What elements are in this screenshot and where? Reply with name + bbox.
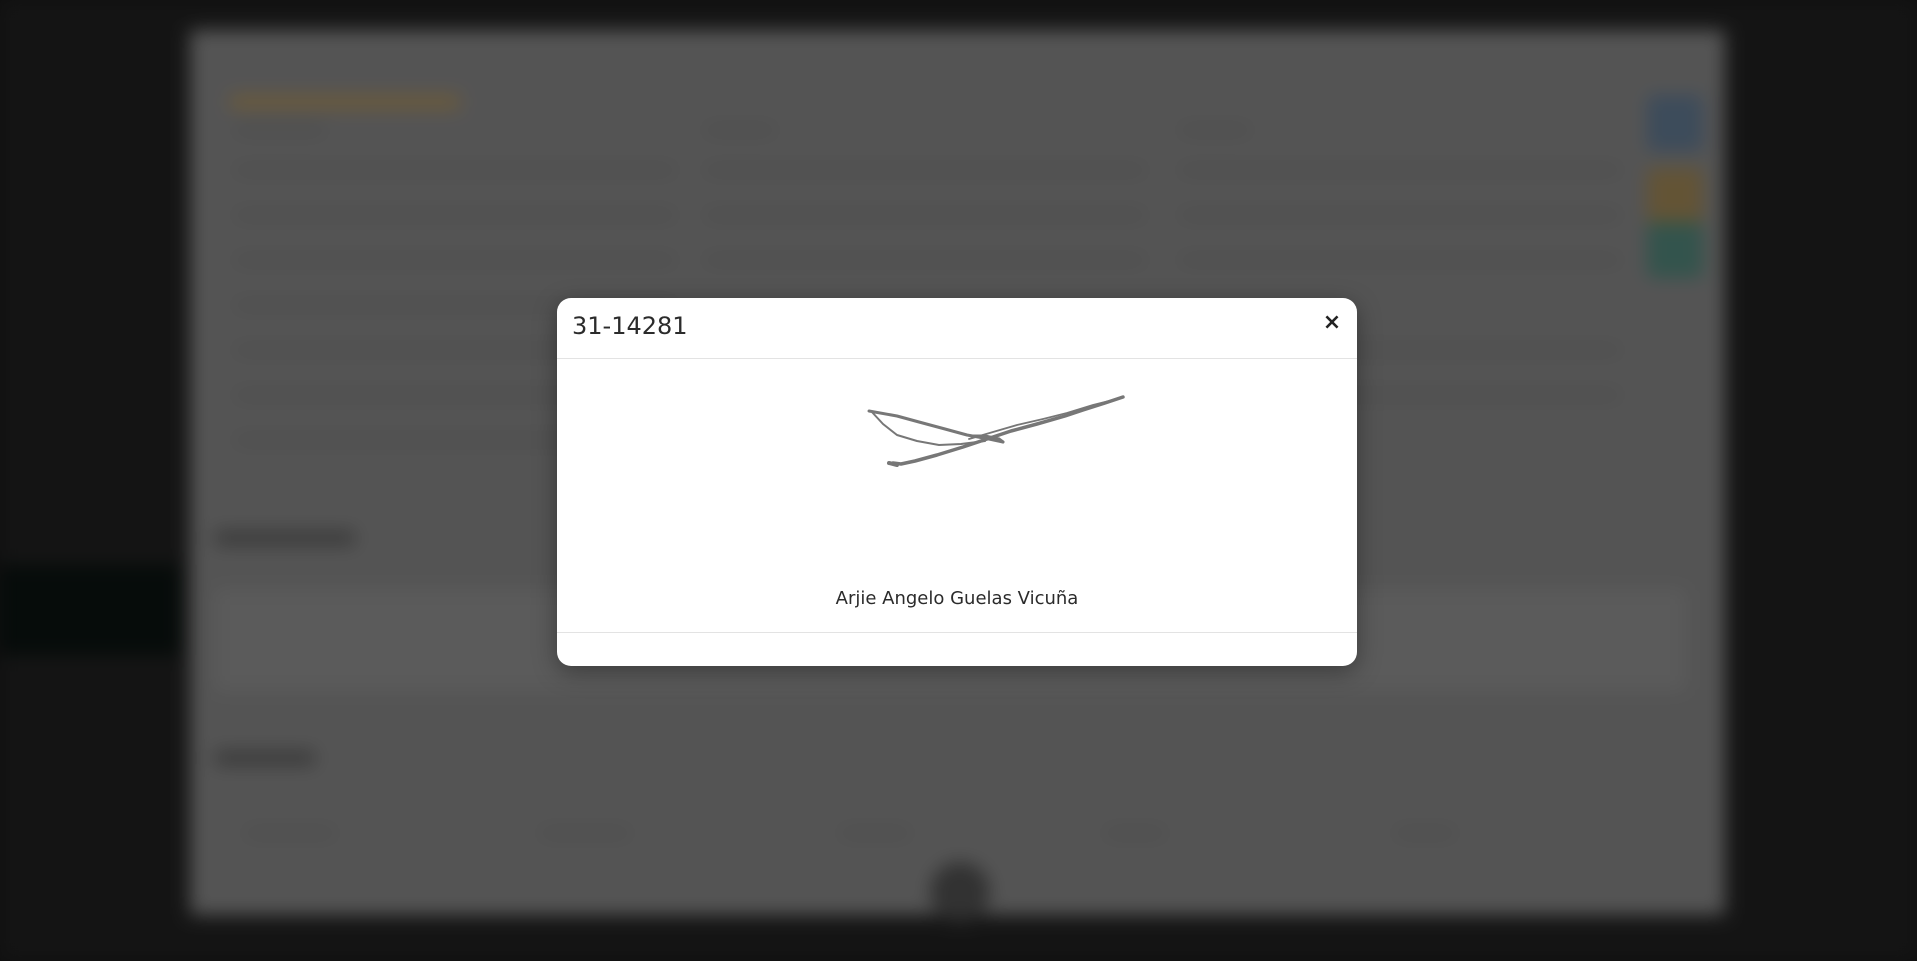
modal-footer	[557, 633, 1357, 665]
modal-title: 31-14281	[572, 312, 688, 340]
modal-header: 31-14281 ×	[557, 298, 1357, 359]
signer-name: Arjie Angelo Guelas Vicuña	[835, 588, 1079, 609]
signature-image	[867, 395, 1125, 467]
close-icon[interactable]: ×	[1321, 312, 1343, 334]
signature-modal: 31-14281 × Arjie Angelo Guelas Vicuña	[557, 298, 1357, 666]
modal-body: Arjie Angelo Guelas Vicuña	[557, 359, 1357, 633]
